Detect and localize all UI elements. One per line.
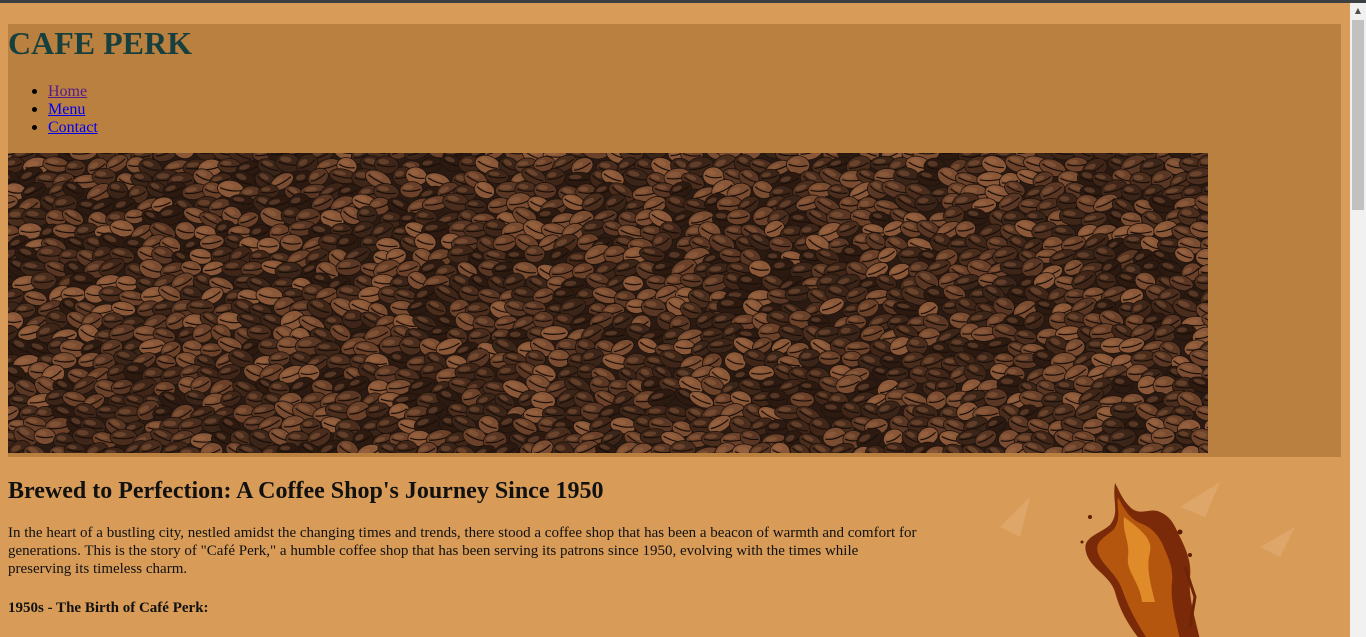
vertical-scrollbar[interactable]: ▲ bbox=[1350, 3, 1366, 637]
nav-link-home[interactable]: Home bbox=[48, 83, 87, 100]
coffee-splash-image bbox=[1000, 482, 1295, 637]
nav-item-home: Home bbox=[8, 83, 98, 101]
nav-link-menu[interactable]: Menu bbox=[48, 101, 85, 118]
site-header: CAFE PERK Home Menu Contact bbox=[8, 24, 1341, 457]
section-heading-1950s: 1950s - The Birth of Café Perk: bbox=[8, 600, 209, 616]
nav-item-contact: Contact bbox=[8, 119, 98, 137]
scroll-up-arrow-icon[interactable]: ▲ bbox=[1350, 3, 1366, 19]
article-intro: In the heart of a bustling city, nestled… bbox=[8, 525, 917, 577]
nav-list: Home Menu Contact bbox=[8, 83, 98, 137]
scroll-thumb[interactable] bbox=[1352, 20, 1364, 210]
nav-link-contact[interactable]: Contact bbox=[48, 119, 98, 136]
coffee-beans-image bbox=[8, 153, 1208, 453]
article-title: Brewed to Perfection: A Coffee Shop's Jo… bbox=[8, 478, 604, 504]
hero-image bbox=[8, 153, 1208, 453]
nav-item-menu: Menu bbox=[8, 101, 98, 119]
page: CAFE PERK Home Menu Contact Brewed to Pe… bbox=[0, 3, 1350, 637]
site-title: CAFE PERK bbox=[8, 25, 192, 61]
